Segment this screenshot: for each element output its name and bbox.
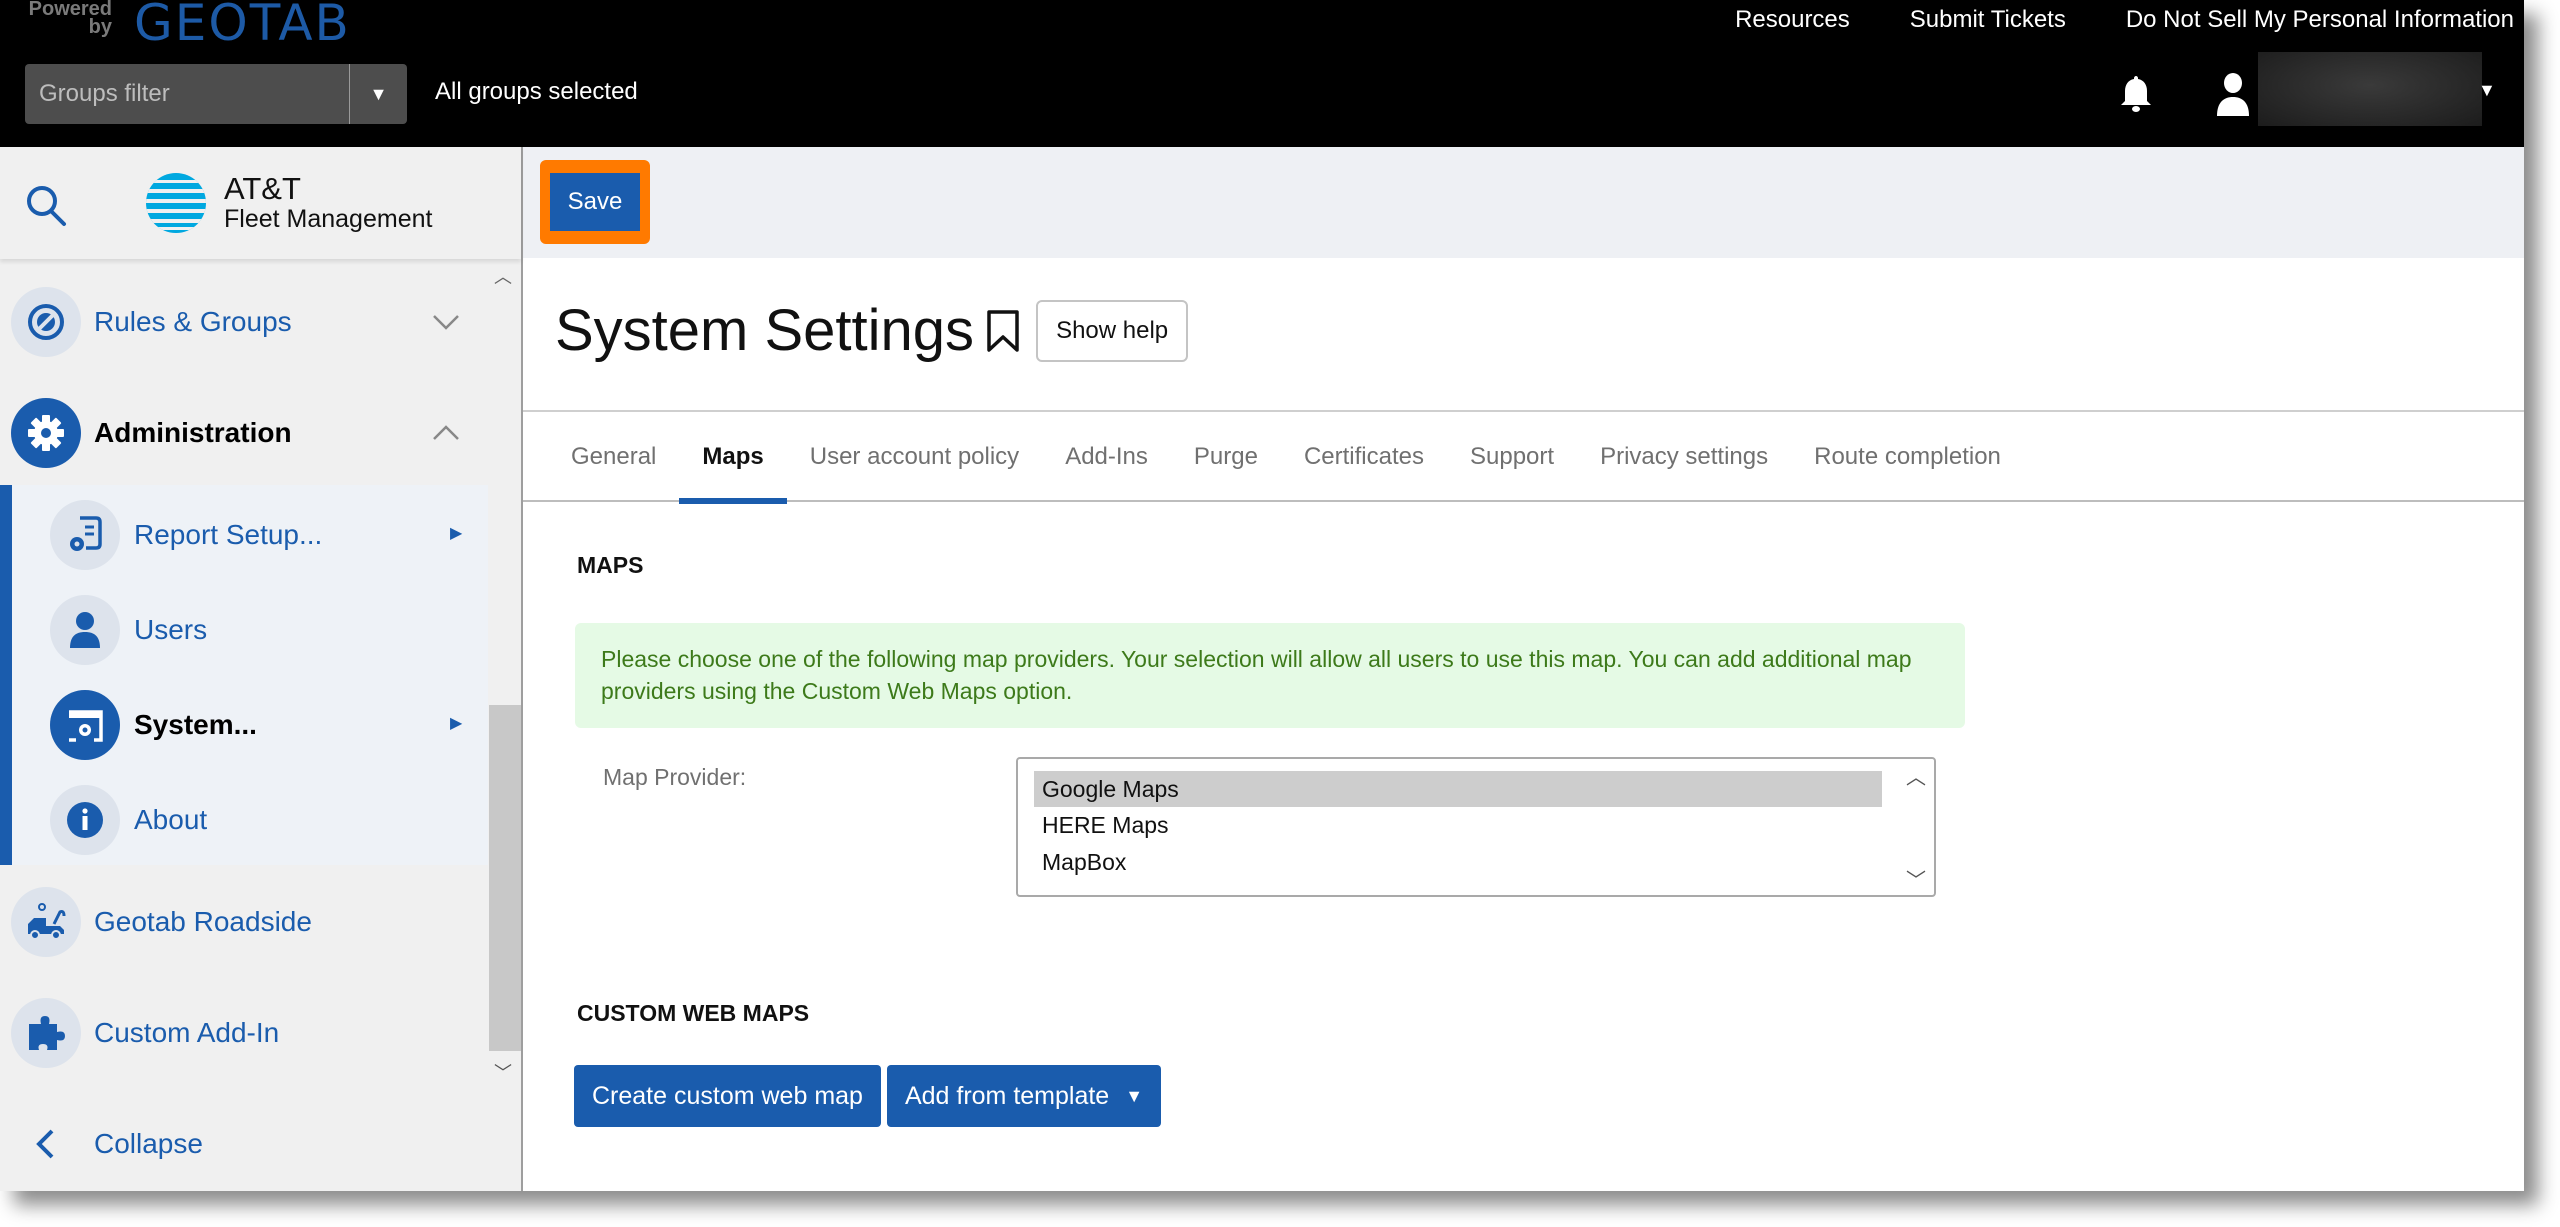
create-custom-web-map-button[interactable]: Create custom web map xyxy=(574,1065,881,1127)
chevron-left-icon xyxy=(36,1129,54,1159)
custom-web-maps-heading: CUSTOM WEB MAPS xyxy=(577,1000,810,1026)
tab-general[interactable]: General xyxy=(548,412,679,502)
user-icon xyxy=(50,595,120,665)
settings-tabs: General Maps User account policy Add-Ins… xyxy=(523,412,2524,504)
sidebar-item-label: System... xyxy=(134,709,257,740)
tab-add-ins[interactable]: Add-Ins xyxy=(1042,412,1171,502)
tab-maps[interactable]: Maps xyxy=(679,412,788,504)
sidebar-item-label: Users xyxy=(134,614,208,645)
app-window: Powered by GEOTAB Resources Submit Ticke… xyxy=(0,0,2524,1191)
brand-subtitle: Fleet Management xyxy=(224,205,433,233)
title-row: System Settings Show help xyxy=(555,297,1189,364)
chevron-down-icon[interactable] xyxy=(432,313,460,331)
listbox-scroll-up-icon[interactable]: ︿ xyxy=(1906,761,1926,790)
tab-route-completion[interactable]: Route completion xyxy=(1791,412,2024,502)
collapse-label: Collapse xyxy=(94,1128,203,1159)
system-settings-icon xyxy=(50,690,120,760)
resources-link[interactable]: Resources xyxy=(1735,6,1850,34)
do-not-sell-link[interactable]: Do Not Sell My Personal Information xyxy=(2126,6,2514,34)
geotab-logo[interactable]: GEOTAB xyxy=(134,0,351,52)
bell-icon[interactable] xyxy=(2118,74,2154,114)
sidebar-scroll-down-button[interactable]: ﹀ xyxy=(494,1059,512,1085)
report-setup-icon xyxy=(50,500,120,570)
custom-web-maps-actions: Create custom web map Add from template … xyxy=(574,1065,1162,1127)
toolbar: Save xyxy=(523,147,2524,258)
sidebar-item-system[interactable]: System... ▶ xyxy=(0,675,480,775)
rules-icon xyxy=(11,287,81,357)
brand-title: AT&T xyxy=(224,171,301,206)
sidebar-item-rules-groups[interactable]: Rules & Groups xyxy=(0,272,480,372)
user-icon[interactable] xyxy=(2216,72,2250,116)
map-provider-notice: Please choose one of the following map p… xyxy=(575,623,1965,728)
main-content: Save System Settings Show help General M… xyxy=(523,147,2524,1191)
top-header: Powered by GEOTAB Resources Submit Ticke… xyxy=(0,0,2524,147)
tab-purge[interactable]: Purge xyxy=(1171,412,1281,502)
top-links: Resources Submit Tickets Do Not Sell My … xyxy=(1735,6,2514,34)
sidebar-scrollbar-thumb[interactable] xyxy=(489,705,521,1051)
create-custom-web-map-label: Create custom web map xyxy=(592,1081,863,1110)
sidebar-item-label: Administration xyxy=(94,417,292,448)
add-from-template-button[interactable]: Add from template ▼ xyxy=(886,1065,1162,1127)
save-button[interactable]: Save xyxy=(550,173,640,231)
sidebar-item-label: Rules & Groups xyxy=(94,306,292,337)
search-icon[interactable] xyxy=(24,183,68,227)
sidebar-item-report-setup[interactable]: Report Setup... ▶ xyxy=(0,485,480,585)
powered-by-text: Powered by xyxy=(28,0,112,38)
sidebar-item-label: Custom Add-In xyxy=(94,1017,280,1048)
map-provider-option-here[interactable]: HERE Maps xyxy=(1034,807,1882,843)
att-globe-logo xyxy=(146,173,206,233)
add-from-template-label: Add from template xyxy=(904,1081,1110,1110)
listbox-scroll-down-icon[interactable]: ﹀ xyxy=(1906,864,1926,893)
tab-support[interactable]: Support xyxy=(1447,412,1577,502)
sidebar-item-label: About xyxy=(134,804,208,835)
groups-filter-input[interactable] xyxy=(25,64,349,124)
sidebar-collapse-button[interactable]: Collapse xyxy=(0,1094,480,1191)
info-icon xyxy=(50,785,120,855)
tab-privacy-settings[interactable]: Privacy settings xyxy=(1577,412,1791,502)
caret-right-icon: ▶ xyxy=(450,525,463,542)
maps-heading: MAPS xyxy=(577,552,644,578)
tow-truck-icon xyxy=(11,887,81,957)
chevron-up-icon[interactable] xyxy=(432,424,460,442)
map-provider-label: Map Provider: xyxy=(603,764,747,790)
page-title: System Settings xyxy=(555,298,975,363)
caret-down-icon: ▼ xyxy=(1125,1085,1144,1106)
sidebar-item-geotab-roadside[interactable]: Geotab Roadside xyxy=(0,872,480,972)
sidebar: AT&T Fleet Management ︿ Rules & Groups A… xyxy=(0,147,523,1191)
map-provider-listbox[interactable]: Google Maps HERE Maps MapBox ︿ ﹀ xyxy=(1016,757,1936,897)
tab-user-account-policy[interactable]: User account policy xyxy=(787,412,1042,502)
sidebar-item-label: Report Setup... xyxy=(134,519,323,550)
map-provider-option-google[interactable]: Google Maps xyxy=(1034,771,1882,807)
user-name-redacted[interactable] xyxy=(2258,52,2482,126)
submit-tickets-link[interactable]: Submit Tickets xyxy=(1910,6,2066,34)
administration-submenu: Report Setup... ▶ Users System... ▶ Abou… xyxy=(0,485,488,865)
save-button-highlight: Save xyxy=(540,160,650,244)
sidebar-brand-bar: AT&T Fleet Management xyxy=(0,147,521,259)
sidebar-scroll-up-button[interactable]: ︿ xyxy=(494,263,512,289)
sidebar-item-users[interactable]: Users xyxy=(0,580,480,680)
bookmark-icon[interactable] xyxy=(984,309,1022,353)
show-help-button[interactable]: Show help xyxy=(1036,299,1189,362)
sidebar-item-administration[interactable]: Administration xyxy=(0,383,480,483)
user-menu-caret-icon[interactable]: ▼ xyxy=(2478,80,2496,101)
sidebar-item-custom-add-in[interactable]: Custom Add-In xyxy=(0,983,480,1083)
sidebar-item-about[interactable]: About xyxy=(0,770,480,870)
sidebar-item-label: Geotab Roadside xyxy=(94,906,312,937)
gear-icon xyxy=(11,398,81,468)
caret-right-icon: ▶ xyxy=(450,715,463,732)
groups-filter: ▼ xyxy=(25,64,407,124)
tab-certificates[interactable]: Certificates xyxy=(1281,412,1447,502)
puzzle-icon xyxy=(11,998,81,1068)
groups-status: All groups selected xyxy=(435,78,638,105)
map-provider-option-mapbox[interactable]: MapBox xyxy=(1034,844,1882,880)
groups-filter-dropdown-button[interactable]: ▼ xyxy=(349,64,407,124)
caret-down-icon: ▼ xyxy=(369,83,388,104)
